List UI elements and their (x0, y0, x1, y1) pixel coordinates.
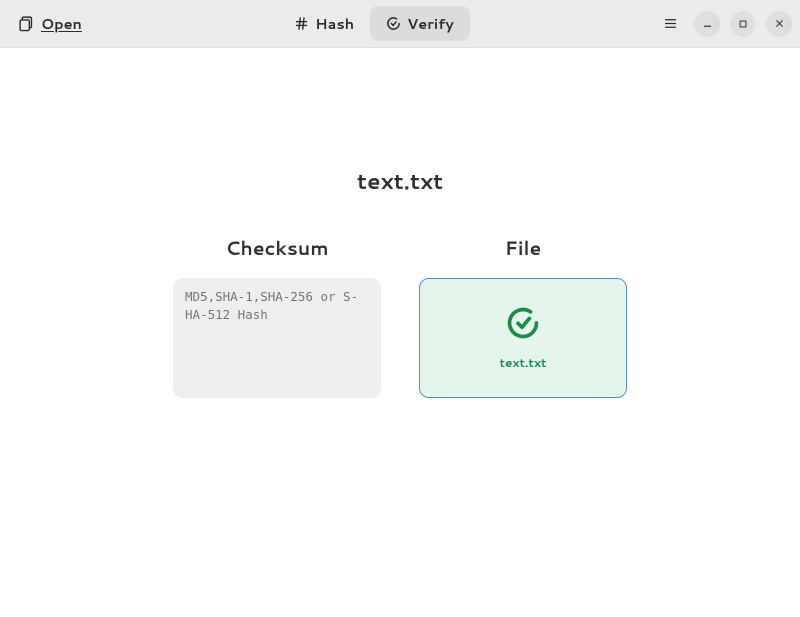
checksum-column: Checksum (173, 235, 381, 398)
menu-button[interactable] (656, 10, 684, 38)
selected-file-name: text.txt (499, 354, 546, 371)
tab-hash[interactable]: Hash (278, 6, 370, 41)
minimize-icon (702, 18, 713, 29)
close-button[interactable] (766, 11, 792, 37)
file-column: File text.txt (419, 235, 627, 398)
check-circle-icon (506, 306, 540, 340)
main-content: text.txt Checksum File text.txt (0, 48, 800, 617)
minimize-button[interactable] (694, 11, 720, 37)
page-title: text.txt (357, 166, 443, 197)
close-icon (774, 18, 785, 29)
hamburger-icon (663, 16, 678, 31)
file-heading: File (505, 235, 541, 262)
checksum-input[interactable] (173, 278, 381, 398)
tab-hash-label: Hash (315, 13, 354, 34)
open-label: Open (41, 13, 82, 34)
tab-verify-label: Verify (407, 13, 454, 34)
verify-columns: Checksum File text.txt (173, 235, 627, 398)
hash-icon (294, 16, 309, 31)
header-bar: Open Hash (0, 0, 800, 48)
tab-switcher: Hash Verify (100, 6, 648, 41)
open-file-icon (18, 15, 35, 32)
checksum-heading: Checksum (225, 235, 328, 262)
maximize-button[interactable] (730, 11, 756, 37)
maximize-icon (738, 19, 748, 29)
verify-icon (386, 16, 401, 31)
window-controls (656, 10, 792, 38)
file-drop-target[interactable]: text.txt (419, 278, 627, 398)
open-button[interactable]: Open (8, 7, 92, 40)
tab-verify[interactable]: Verify (370, 6, 470, 41)
